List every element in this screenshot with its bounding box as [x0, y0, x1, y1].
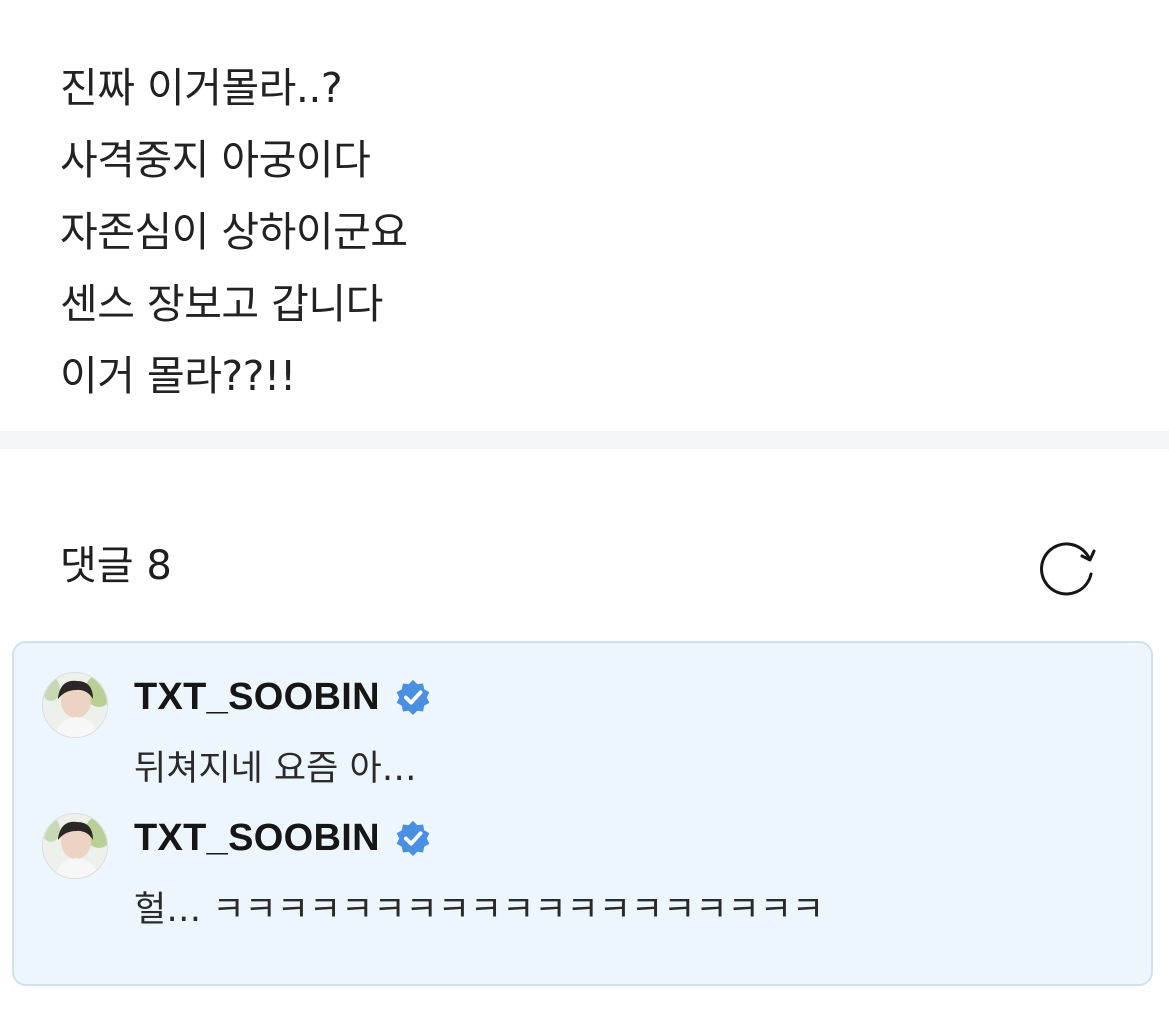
- comments-count-title: 댓글 8: [60, 543, 172, 589]
- comment-list: TXT_SOOBIN 뒤쳐지네 요즘 아… TXT_SOOBIN 헐… ㅋㅋㅋㅋ…: [12, 641, 1153, 986]
- avatar-photo: [43, 814, 107, 878]
- comments-header: 댓글 8: [60, 536, 1110, 596]
- post-line: 사격중지 아궁이다: [60, 136, 371, 184]
- avatar[interactable]: [42, 672, 108, 738]
- post-line: 자존심이 상하이군요: [60, 208, 408, 256]
- verified-badge-icon: [396, 820, 430, 857]
- comment-text: 헐… ㅋㅋㅋㅋㅋㅋㅋㅋㅋㅋㅋㅋㅋㅋㅋㅋㅋㅋㅋ: [134, 890, 825, 930]
- verified-badge-icon: [396, 679, 430, 716]
- refresh-icon: [1040, 542, 1096, 596]
- avatar[interactable]: [42, 813, 108, 879]
- avatar-photo: [43, 673, 107, 737]
- comment-text: 뒤쳐지네 요즘 아…: [134, 749, 417, 789]
- author-name[interactable]: TXT_SOOBIN: [134, 676, 380, 719]
- post-body: 진짜 이거몰라..? 사격중지 아궁이다 자존심이 상하이군요 센스 장보고 갑…: [60, 52, 1100, 412]
- post-line: 이거 몰라??!!: [60, 352, 296, 400]
- author-row: TXT_SOOBIN: [134, 672, 432, 722]
- post-line: 진짜 이거몰라..?: [60, 64, 343, 112]
- post-line: 센스 장보고 갑니다: [60, 280, 383, 328]
- author-row: TXT_SOOBIN: [134, 813, 432, 863]
- section-divider: [0, 431, 1169, 449]
- author-name[interactable]: TXT_SOOBIN: [134, 817, 380, 860]
- refresh-button[interactable]: [1036, 536, 1100, 596]
